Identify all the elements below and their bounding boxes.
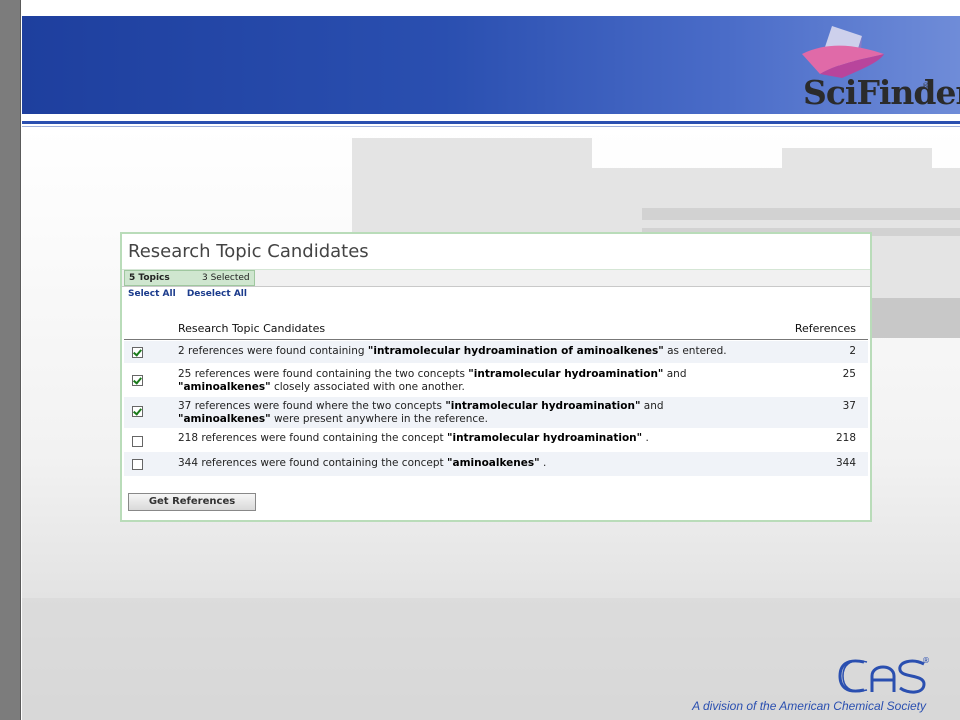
- select-all-link[interactable]: Select All: [128, 289, 176, 299]
- row-concept: "aminoalkenes": [447, 457, 540, 469]
- row-checkbox[interactable]: [132, 459, 143, 470]
- table-header: Research Topic Candidates References: [124, 322, 868, 338]
- row-reference-count: 25: [842, 368, 856, 380]
- row-concept: "intramolecular hydroamination": [445, 400, 641, 412]
- table-row: 344 references were found containing the…: [124, 452, 868, 476]
- row-description: 37 references were found where the two c…: [178, 400, 798, 426]
- topics-tab[interactable]: 5 Topics 3 Selected: [124, 270, 255, 286]
- left-sidebar-bar: [0, 0, 21, 720]
- row-description: 344 references were found containing the…: [178, 457, 798, 470]
- scifinder-wordmark: SciFinder: [803, 73, 960, 112]
- row-concept: "aminoalkenes": [178, 381, 271, 393]
- row-reference-count: 37: [842, 400, 856, 412]
- row-concept: "intramolecular hydroamination": [447, 432, 643, 444]
- row-description: 2 references were found containing "intr…: [178, 345, 798, 358]
- row-text: .: [539, 457, 547, 469]
- header-divider: [22, 121, 960, 124]
- footer-text: A division of the American Chemical Soci…: [692, 699, 926, 713]
- row-checkbox[interactable]: [132, 375, 143, 386]
- table-row: 2 references were found containing "intr…: [124, 341, 868, 363]
- row-concept: "intramolecular hydroamination": [468, 368, 664, 380]
- row-text: 25 references were found containing the …: [178, 368, 469, 380]
- row-text: were present anywhere in the reference.: [270, 413, 488, 425]
- cas-registered-mark: ®: [922, 656, 930, 665]
- row-text: 218 references were found containing the…: [178, 432, 448, 444]
- registered-mark: ®: [922, 82, 929, 90]
- deselect-all-link[interactable]: Deselect All: [187, 289, 247, 299]
- row-checkbox[interactable]: [132, 347, 143, 358]
- topics-count: 5 Topics: [129, 273, 170, 283]
- row-checkbox[interactable]: [132, 436, 143, 447]
- panel-title: Research Topic Candidates: [128, 241, 369, 262]
- row-text: and: [640, 400, 664, 412]
- row-concept: "intramolecular hydroamination of aminoa…: [367, 345, 664, 357]
- row-text: and: [663, 368, 687, 380]
- row-description: 218 references were found containing the…: [178, 432, 798, 445]
- table-row: 218 references were found containing the…: [124, 429, 868, 451]
- row-text: as entered.: [663, 345, 727, 357]
- header-divider-thin: [22, 126, 960, 127]
- row-text: .: [642, 432, 649, 444]
- table-row: 25 references were found containing the …: [124, 365, 868, 396]
- topics-selected-count: 3 Selected: [202, 273, 250, 283]
- row-reference-count: 218: [835, 432, 856, 444]
- table-row: 37 references were found where the two c…: [124, 397, 868, 428]
- column-header-topic: Research Topic Candidates: [178, 322, 326, 335]
- row-text: 37 references were found where the two c…: [178, 400, 446, 412]
- row-text: 344 references were found containing the…: [178, 457, 448, 469]
- selection-links: Select All Deselect All: [128, 289, 255, 299]
- topics-bar: 5 Topics 3 Selected: [122, 270, 870, 287]
- row-reference-count: 2: [849, 345, 856, 357]
- row-reference-count: 344: [835, 457, 856, 469]
- row-concept: "aminoalkenes": [178, 413, 271, 425]
- get-references-button[interactable]: Get References: [128, 493, 256, 511]
- research-topic-panel: Research Topic Candidates 5 Topics 3 Sel…: [120, 232, 872, 522]
- column-header-references: References: [794, 322, 856, 335]
- row-text: closely associated with one another.: [270, 381, 465, 393]
- row-text: 2 references were found containing: [178, 345, 368, 357]
- row-checkbox[interactable]: [132, 406, 143, 417]
- cas-logo-icon: [838, 659, 926, 694]
- table-header-divider: [124, 339, 868, 340]
- row-description: 25 references were found containing the …: [178, 368, 798, 394]
